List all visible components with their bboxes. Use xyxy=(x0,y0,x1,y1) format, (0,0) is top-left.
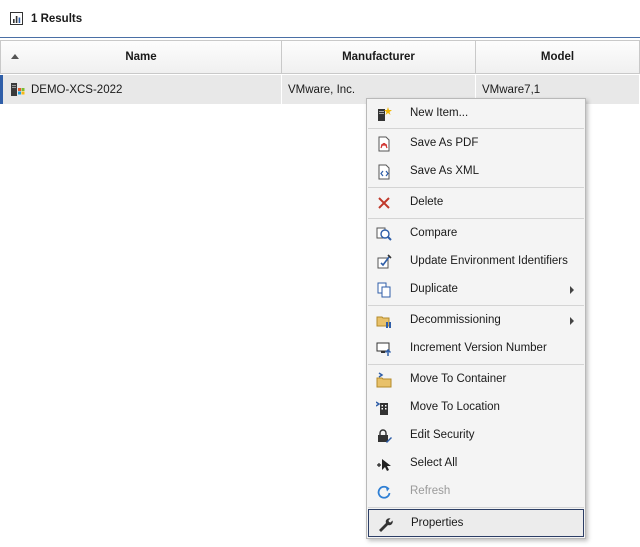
report-chart-icon xyxy=(10,12,23,25)
manufacturer-value: VMware, Inc. xyxy=(288,83,356,96)
model-value: VMware7,1 xyxy=(482,83,541,96)
menu-item-label: Increment Version Number xyxy=(410,342,547,354)
compare-magnifier-icon xyxy=(376,227,392,241)
column-header-model[interactable]: Model xyxy=(475,40,640,74)
column-header-label: Manufacturer xyxy=(342,51,415,63)
menu-item-move-to-container[interactable]: Move To Container xyxy=(368,366,584,394)
menu-item-save-as-xml[interactable]: Save As XML xyxy=(368,158,584,186)
move-location-icon xyxy=(376,401,388,415)
menu-item-label: Decommissioning xyxy=(410,314,501,326)
wrench-icon xyxy=(379,518,393,532)
menu-item-label: Save As PDF xyxy=(410,137,479,149)
refresh-icon xyxy=(377,485,391,499)
menu-item-label: Update Environment Identifiers xyxy=(410,255,568,267)
menu-item-compare[interactable]: Compare xyxy=(368,220,584,248)
menu-item-new-item[interactable]: New Item... xyxy=(368,100,584,128)
menu-item-label: Duplicate xyxy=(410,283,458,295)
windows-server-icon xyxy=(11,83,25,96)
menu-item-decommissioning[interactable]: Decommissioning xyxy=(368,307,584,335)
menu-separator xyxy=(368,507,584,508)
submenu-arrow-icon xyxy=(570,317,574,325)
grid-header: Name Manufacturer Model xyxy=(0,40,640,74)
sort-ascending-icon xyxy=(11,54,19,59)
cell-name[interactable]: DEMO-XCS-2022 xyxy=(0,75,282,104)
menu-separator xyxy=(368,305,584,306)
select-all-icon xyxy=(377,459,391,471)
row-selection-accent xyxy=(0,75,3,104)
menu-item-delete[interactable]: Delete xyxy=(368,189,584,217)
menu-separator xyxy=(368,364,584,365)
results-count: 1 Results xyxy=(31,12,83,25)
column-header-name[interactable]: Name xyxy=(0,40,281,74)
menu-item-move-to-location[interactable]: Move To Location xyxy=(368,394,584,422)
new-item-icon xyxy=(378,107,392,121)
menu-separator xyxy=(368,128,584,129)
xml-icon xyxy=(378,164,390,180)
menu-item-label: Move To Location xyxy=(410,401,500,413)
submenu-arrow-icon xyxy=(570,286,574,294)
context-menu: New Item... Save As PDF Save As XML Dele… xyxy=(366,98,586,539)
menu-item-duplicate[interactable]: Duplicate xyxy=(368,276,584,304)
menu-item-label: Move To Container xyxy=(410,373,507,385)
results-bar: 1 Results xyxy=(0,0,640,38)
delete-x-icon xyxy=(378,197,390,209)
column-header-label: Model xyxy=(540,51,575,63)
menu-item-update-environment-identifiers[interactable]: Update Environment Identifiers xyxy=(368,248,584,276)
menu-item-label: Delete xyxy=(410,196,444,208)
move-container-icon xyxy=(376,372,392,388)
decommission-icon xyxy=(376,316,391,328)
menu-item-select-all[interactable]: Select All xyxy=(368,450,584,478)
menu-item-properties[interactable]: Properties xyxy=(368,509,584,537)
update-identifiers-icon xyxy=(377,254,392,269)
menu-item-label: Properties xyxy=(411,517,464,529)
increment-version-icon xyxy=(376,342,392,356)
menu-separator xyxy=(368,218,584,219)
column-header-manufacturer[interactable]: Manufacturer xyxy=(281,40,475,74)
menu-item-refresh[interactable]: Refresh xyxy=(368,478,584,506)
menu-item-increment-version-number[interactable]: Increment Version Number xyxy=(368,335,584,363)
duplicate-icon xyxy=(377,282,391,298)
host-name: DEMO-XCS-2022 xyxy=(31,83,123,96)
menu-item-label: Refresh xyxy=(410,485,451,497)
pdf-icon xyxy=(378,136,390,152)
menu-item-label: Save As XML xyxy=(410,165,480,177)
menu-item-save-as-pdf[interactable]: Save As PDF xyxy=(368,130,584,158)
menu-item-label: Select All xyxy=(410,457,458,469)
column-header-label: Name xyxy=(125,51,157,63)
menu-item-label: Compare xyxy=(410,227,458,239)
menu-item-label: New Item... xyxy=(410,107,469,119)
edit-security-icon xyxy=(378,429,392,443)
menu-item-edit-security[interactable]: Edit Security xyxy=(368,422,584,450)
menu-separator xyxy=(368,187,584,188)
menu-item-label: Edit Security xyxy=(410,429,475,441)
